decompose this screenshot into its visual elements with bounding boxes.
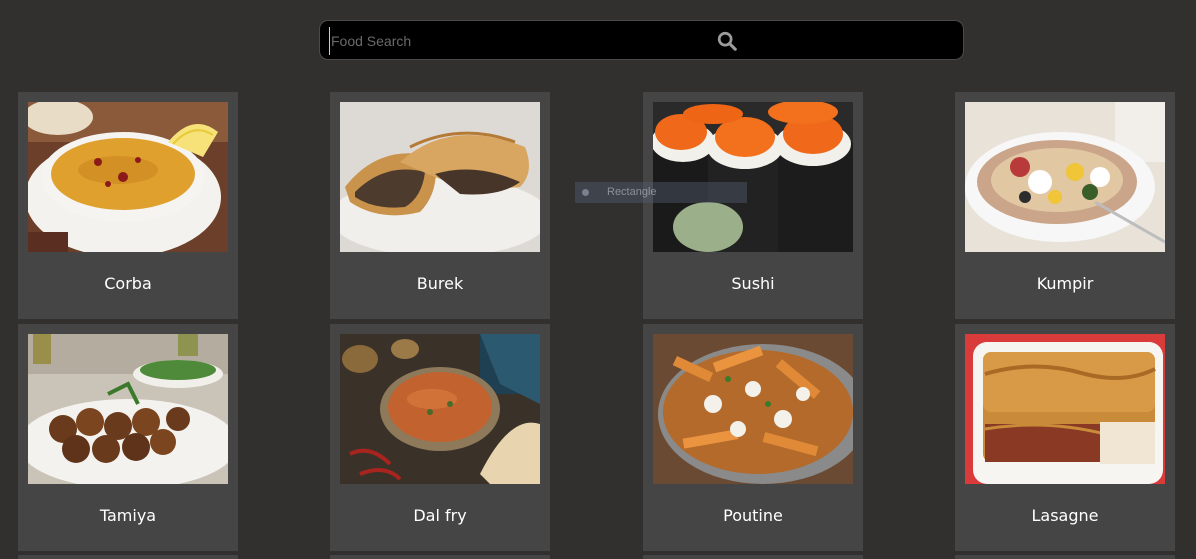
food-card-partial[interactable] (643, 555, 863, 559)
food-name: Lasagne (1031, 506, 1099, 525)
rectangle-icon (582, 189, 589, 196)
food-image-kumpir (965, 102, 1165, 252)
food-card-dal-fry[interactable]: Dal fry (330, 324, 550, 551)
food-card-partial[interactable] (330, 555, 550, 559)
food-name: Dal fry (413, 506, 467, 525)
food-name: Poutine (723, 506, 783, 525)
food-card-tamiya[interactable]: Tamiya (18, 324, 238, 551)
search-bar[interactable] (319, 20, 964, 60)
food-image-dal-fry (340, 334, 540, 484)
food-name: Kumpir (1036, 274, 1094, 293)
food-image-burek (340, 102, 540, 252)
food-image-sushi (653, 102, 853, 252)
food-card-sushi[interactable]: Sushi (643, 92, 863, 319)
food-card-burek[interactable]: Burek (330, 92, 550, 319)
food-card-partial[interactable] (18, 555, 238, 559)
food-app: Corba Burek (0, 0, 1196, 559)
food-image-lasagne (965, 334, 1165, 484)
food-image-corba (28, 102, 228, 252)
food-image-poutine (653, 334, 853, 484)
food-card-partial[interactable] (955, 555, 1175, 559)
drag-ghost-label: Rectangle (607, 186, 657, 198)
food-image-tamiya (28, 334, 228, 484)
search-input[interactable] (329, 27, 711, 55)
food-card-poutine[interactable]: Poutine (643, 324, 863, 551)
food-card-kumpir[interactable]: Kumpir (955, 92, 1175, 319)
food-name: Tamiya (99, 506, 157, 525)
food-card-corba[interactable]: Corba (18, 92, 238, 319)
food-card-lasagne[interactable]: Lasagne (955, 324, 1175, 551)
food-name: Sushi (731, 274, 775, 293)
food-name: Corba (104, 274, 152, 293)
food-name: Burek (416, 274, 464, 293)
search-icon[interactable] (716, 30, 738, 52)
drag-ghost-overlay: Rectangle (575, 182, 747, 203)
